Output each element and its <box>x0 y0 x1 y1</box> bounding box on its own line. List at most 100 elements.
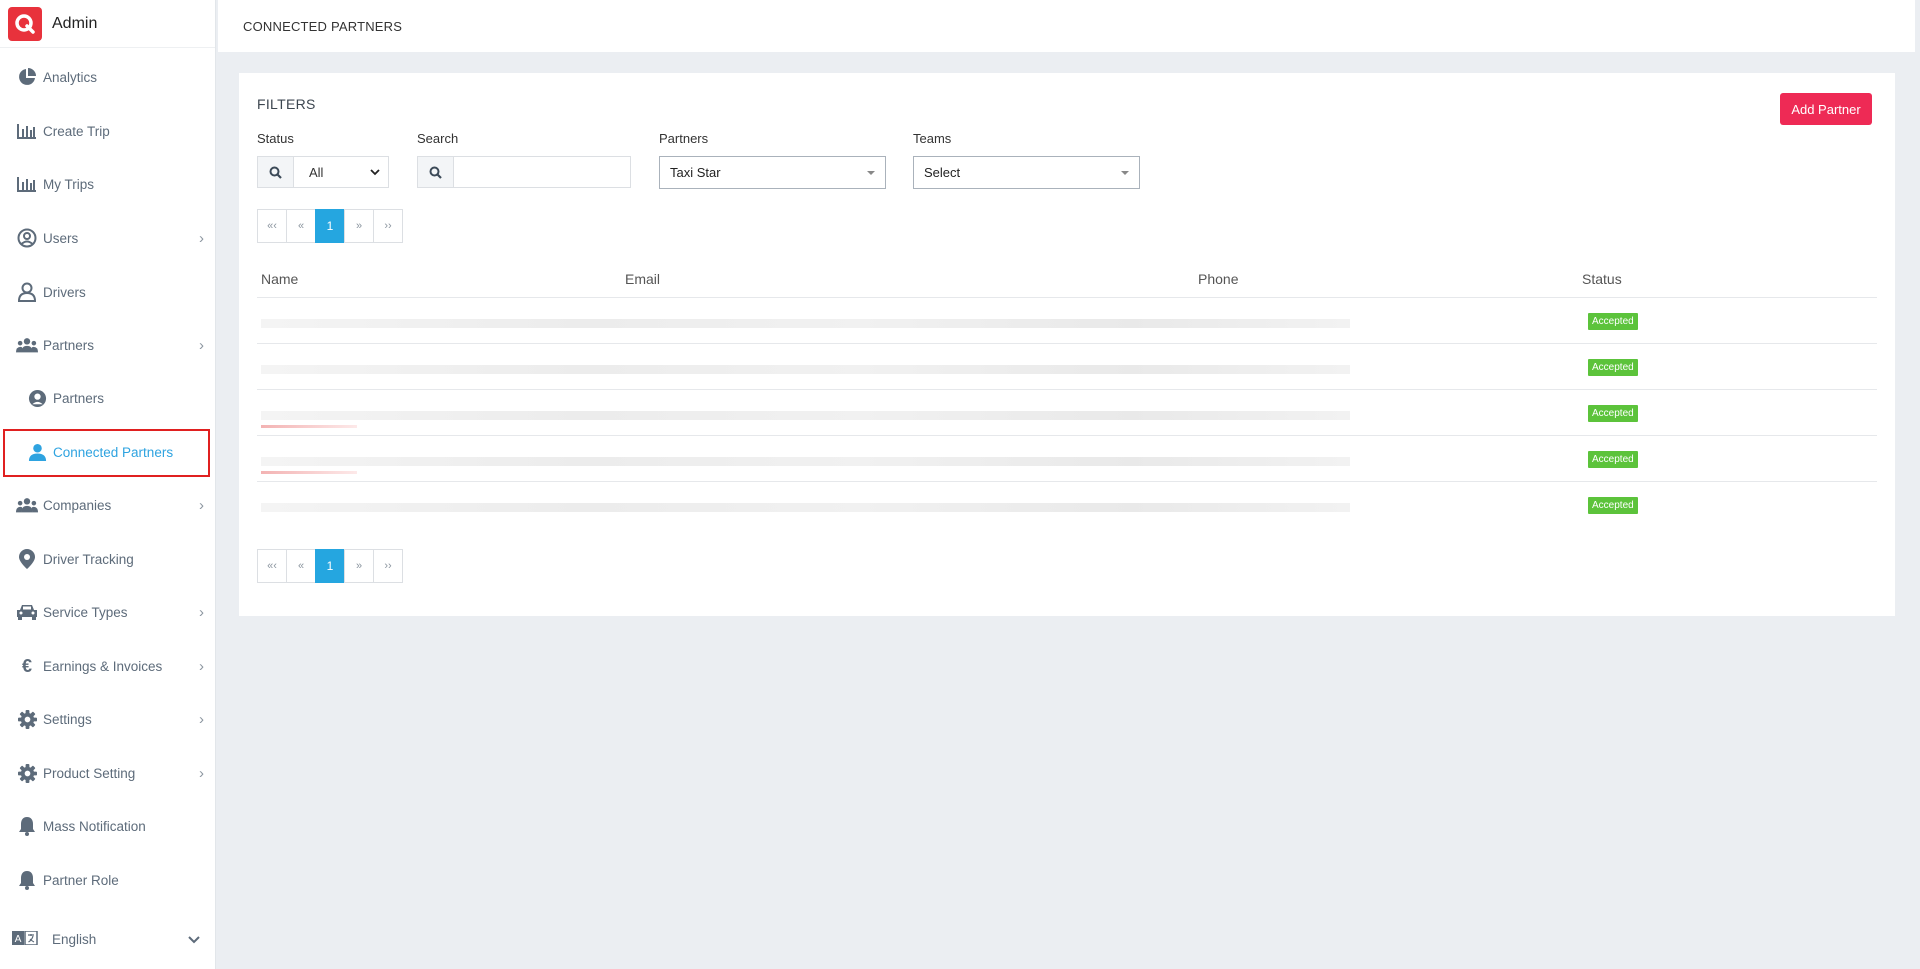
prev-page-button[interactable]: « <box>286 549 316 583</box>
chevron-down-icon <box>188 931 200 947</box>
last-page-button[interactable]: ›› <box>373 549 403 583</box>
table-header: Name Email Phone Status <box>257 261 1877 298</box>
sidebar-item-label: Mass Notification <box>43 818 146 834</box>
loading-placeholder <box>261 411 1350 420</box>
sidebar-item-service-types[interactable]: Service Types › <box>0 592 216 632</box>
search-icon <box>258 157 294 187</box>
chevron-right-icon: › <box>199 336 204 354</box>
sidebar-item-label: Analytics <box>43 69 98 85</box>
gear-icon <box>16 708 38 730</box>
bell-icon <box>16 869 38 891</box>
bar-chart-icon <box>16 120 38 142</box>
next-page-button[interactable]: » <box>344 549 374 583</box>
teams-dropdown[interactable]: Select <box>913 156 1140 189</box>
loading-placeholder <box>261 457 1350 466</box>
page-button-current[interactable]: 1 <box>315 209 345 243</box>
table-row[interactable]: Accepted <box>257 298 1877 344</box>
sidebar-item-earnings-invoices[interactable]: € Earnings & Invoices › <box>0 646 216 686</box>
chevron-right-icon: › <box>199 657 204 675</box>
status-badge: Accepted <box>1588 313 1638 330</box>
sidebar-subitem-partners[interactable]: Partners <box>0 378 216 418</box>
sidebar-item-companies[interactable]: Companies › <box>0 485 216 525</box>
first-page-button[interactable]: «‹ <box>257 549 287 583</box>
sidebar-item-partners[interactable]: Partners › <box>0 325 216 365</box>
search-filter[interactable] <box>417 156 631 188</box>
pagination-top: «‹ « 1 » ›› <box>257 209 403 243</box>
teams-filter-label: Teams <box>913 131 952 146</box>
chevron-right-icon: › <box>199 603 204 621</box>
table-row[interactable]: Accepted <box>257 482 1877 528</box>
sidebar-item-product-setting[interactable]: Product Setting › <box>0 753 216 793</box>
table-row[interactable]: Accepted <box>257 436 1877 482</box>
svg-text:A: A <box>15 934 22 945</box>
pie-chart-icon <box>16 66 38 88</box>
sidebar-item-label: Partners <box>53 390 105 406</box>
search-icon <box>418 157 454 187</box>
pagination-bottom: «‹ « 1 » ›› <box>257 549 403 583</box>
status-badge: Accepted <box>1588 451 1638 468</box>
status-badge: Accepted <box>1588 497 1638 514</box>
sidebar-item-settings[interactable]: Settings › <box>0 699 216 739</box>
partners-dropdown[interactable]: Taxi Star <box>659 156 886 189</box>
sidebar-item-users[interactable]: Users › <box>0 218 216 258</box>
brand: Admin <box>0 0 215 48</box>
sidebar-item-driver-tracking[interactable]: Driver Tracking <box>0 539 216 579</box>
sidebar-item-label: Service Types <box>43 604 128 620</box>
table-row[interactable]: Accepted <box>257 390 1877 436</box>
add-partner-button[interactable]: Add Partner <box>1780 93 1872 125</box>
gear-icon <box>16 762 38 784</box>
sidebar-item-label: Partner Role <box>43 872 119 888</box>
chevron-right-icon: › <box>199 710 204 728</box>
table-row[interactable]: Accepted <box>257 344 1877 390</box>
loading-placeholder <box>261 365 1350 374</box>
column-header-name: Name <box>261 271 299 287</box>
sidebar-item-my-trips[interactable]: My Trips <box>0 164 216 204</box>
status-filter[interactable]: All <box>257 156 389 188</box>
prev-page-button[interactable]: « <box>286 209 316 243</box>
loading-placeholder-accent <box>261 425 357 428</box>
column-header-phone: Phone <box>1198 271 1239 287</box>
language-selector[interactable]: A English <box>0 919 216 959</box>
chevron-right-icon: › <box>199 764 204 782</box>
bell-icon <box>16 815 38 837</box>
partners-table: Name Email Phone Status Accepted Accepte… <box>257 261 1877 528</box>
sidebar-item-analytics[interactable]: Analytics <box>0 57 216 97</box>
chevron-down-icon <box>370 168 380 175</box>
sidebar-item-drivers[interactable]: Drivers <box>0 272 216 312</box>
sidebar-item-label: Connected Partners <box>53 444 174 460</box>
column-header-email: Email <box>625 271 661 287</box>
users-icon <box>16 494 38 516</box>
logo-icon <box>8 6 42 41</box>
sidebar-item-mass-notification[interactable]: Mass Notification <box>0 806 216 846</box>
status-filter-label: Status <box>257 131 294 146</box>
page-title: CONNECTED PARTNERS <box>243 18 403 34</box>
sidebar-item-label: Product Setting <box>43 765 136 781</box>
sidebar-item-create-trip[interactable]: Create Trip <box>0 111 216 151</box>
loading-placeholder <box>261 503 1350 512</box>
sidebar-item-partner-role[interactable]: Partner Role <box>0 860 216 900</box>
caret-down-icon <box>867 171 875 175</box>
user-icon <box>26 441 48 463</box>
last-page-button[interactable]: ›› <box>373 209 403 243</box>
sidebar-item-label: Companies <box>43 497 112 513</box>
teams-dropdown-value: Select <box>924 165 961 180</box>
user-icon <box>16 281 38 303</box>
next-page-button[interactable]: » <box>344 209 374 243</box>
car-icon <box>16 601 38 623</box>
sidebar-item-label: Users <box>43 230 79 246</box>
first-page-button[interactable]: «‹ <box>257 209 287 243</box>
partners-dropdown-value: Taxi Star <box>670 165 721 180</box>
sidebar-item-label: Earnings & Invoices <box>43 658 163 674</box>
status-select-value: All <box>309 164 324 180</box>
sidebar-subitem-connected-partners[interactable]: Connected Partners <box>0 432 216 472</box>
sidebar-item-label: Settings <box>43 711 92 727</box>
user-circle-icon <box>16 227 38 249</box>
users-icon <box>16 334 38 356</box>
search-input[interactable] <box>454 157 630 187</box>
partners-filter-label: Partners <box>659 131 709 146</box>
sidebar-item-label: My Trips <box>43 176 95 192</box>
sidebar-item-label: Create Trip <box>43 123 110 139</box>
filters-title: FILTERS <box>257 96 316 112</box>
status-select[interactable]: All <box>294 157 388 187</box>
page-button-current[interactable]: 1 <box>315 549 345 583</box>
